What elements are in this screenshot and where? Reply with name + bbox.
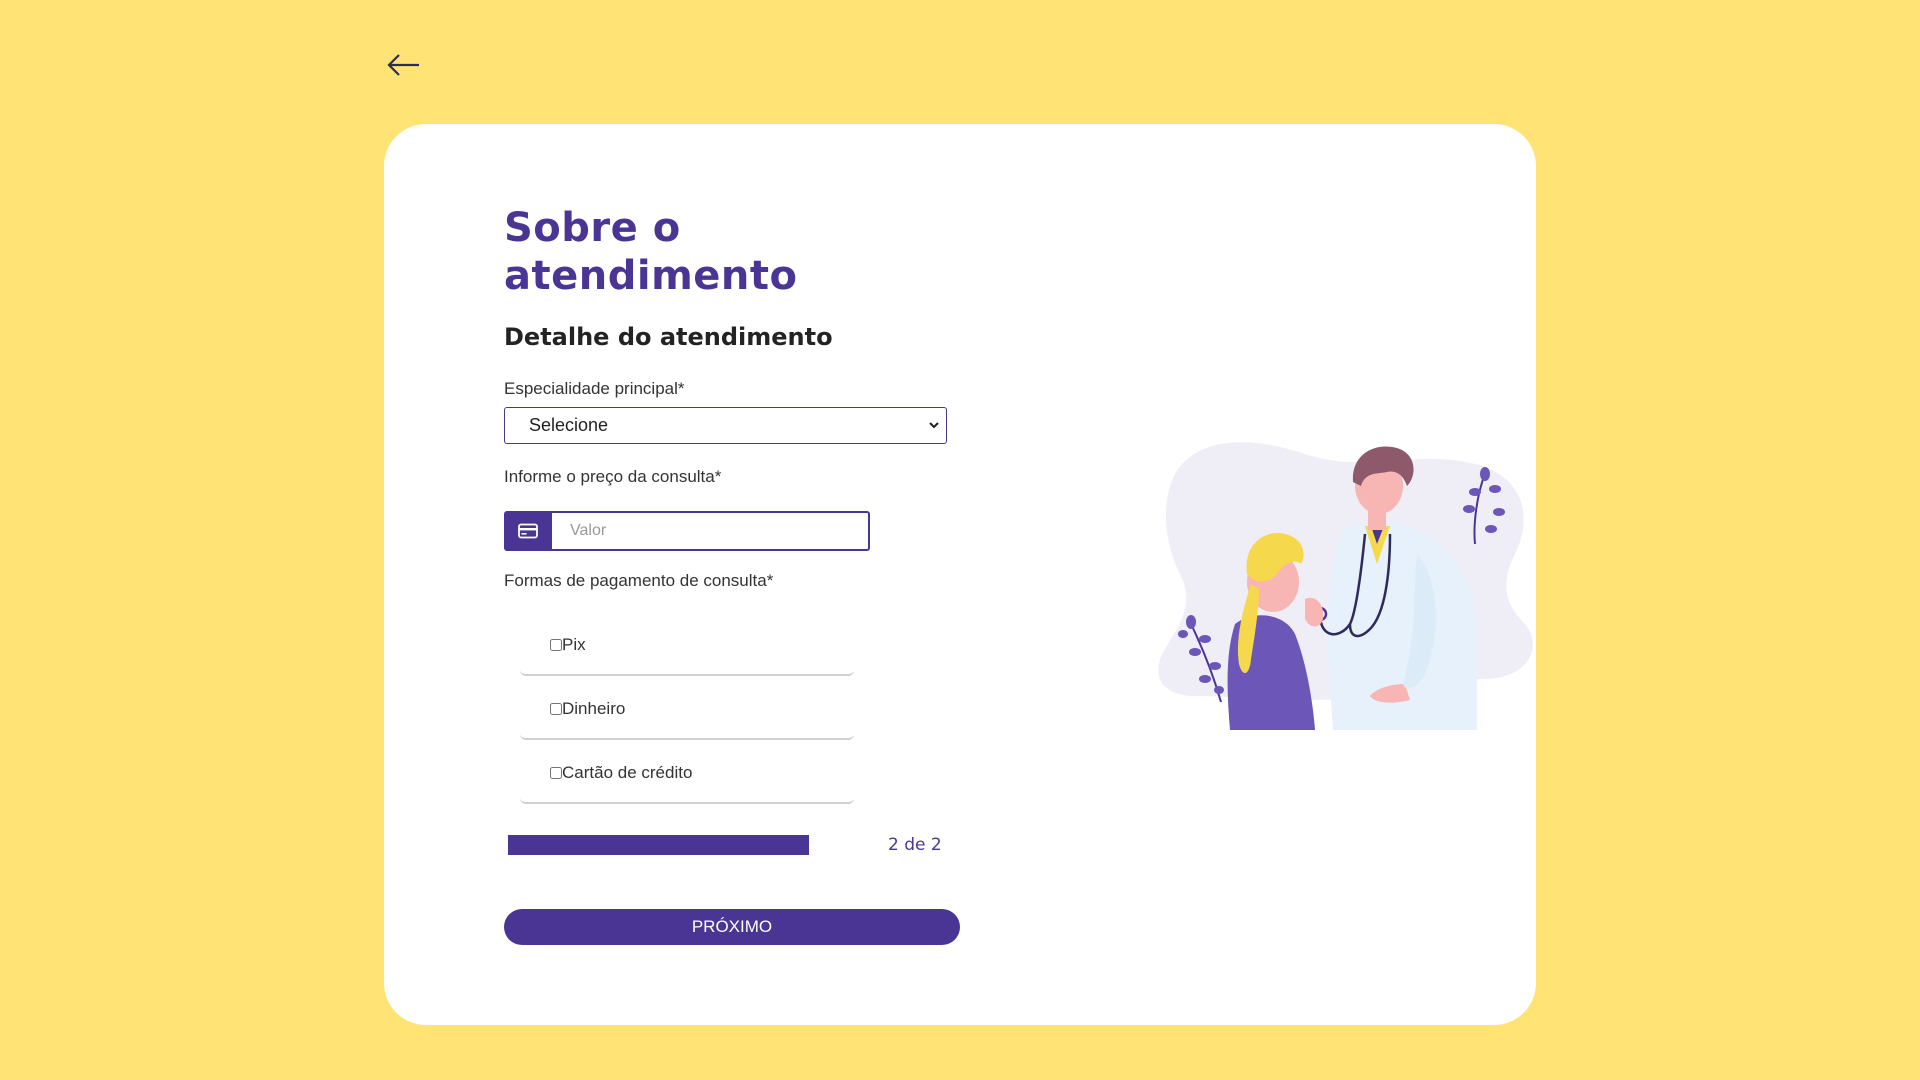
credit-card-checkbox[interactable] <box>550 767 562 779</box>
chevron-down-icon <box>929 422 939 429</box>
payment-label: Formas de pagamento de consulta* <box>504 571 774 590</box>
specialty-label: Especialidade principal* <box>504 379 685 398</box>
price-field <box>504 511 870 551</box>
arrow-left-icon <box>387 54 419 76</box>
price-icon-box <box>504 511 552 551</box>
specialty-select[interactable]: Selecione <box>504 407 947 444</box>
payment-option-label: Cartão de crédito <box>562 763 693 782</box>
section-subtitle: Detalhe do atendimento <box>504 323 833 351</box>
form-card: Sobre o atendimento Detalhe do atendimen… <box>384 124 1536 1025</box>
price-label: Informe o preço da consulta* <box>504 467 722 486</box>
progress-bar <box>508 835 809 855</box>
price-input[interactable] <box>552 511 870 551</box>
payment-option-pix[interactable]: Pix <box>520 612 854 676</box>
doctor-patient-illustration <box>1158 442 1533 730</box>
progress-bar-fill <box>508 835 809 855</box>
progress-text: 2 de 2 <box>888 835 942 855</box>
back-button[interactable] <box>385 50 423 80</box>
progress-indicator: 2 de 2 <box>508 835 942 855</box>
payment-option-credit-card[interactable]: Cartão de crédito <box>520 740 854 804</box>
payment-option-label: Pix <box>562 635 586 654</box>
service-form: Sobre o atendimento Detalhe do atendimen… <box>504 204 964 804</box>
payment-option-label: Dinheiro <box>562 699 626 718</box>
cash-checkbox[interactable] <box>550 703 562 715</box>
pix-checkbox[interactable] <box>550 639 562 651</box>
payment-options: Pix Dinheiro Cartão de crédito <box>520 612 854 804</box>
payment-option-cash[interactable]: Dinheiro <box>520 676 854 740</box>
page-title: Sobre o atendimento <box>504 205 798 299</box>
specialty-select-value: Selecione <box>529 415 609 435</box>
credit-card-icon <box>518 523 538 539</box>
next-button[interactable]: PRÓXIMO <box>504 909 960 945</box>
